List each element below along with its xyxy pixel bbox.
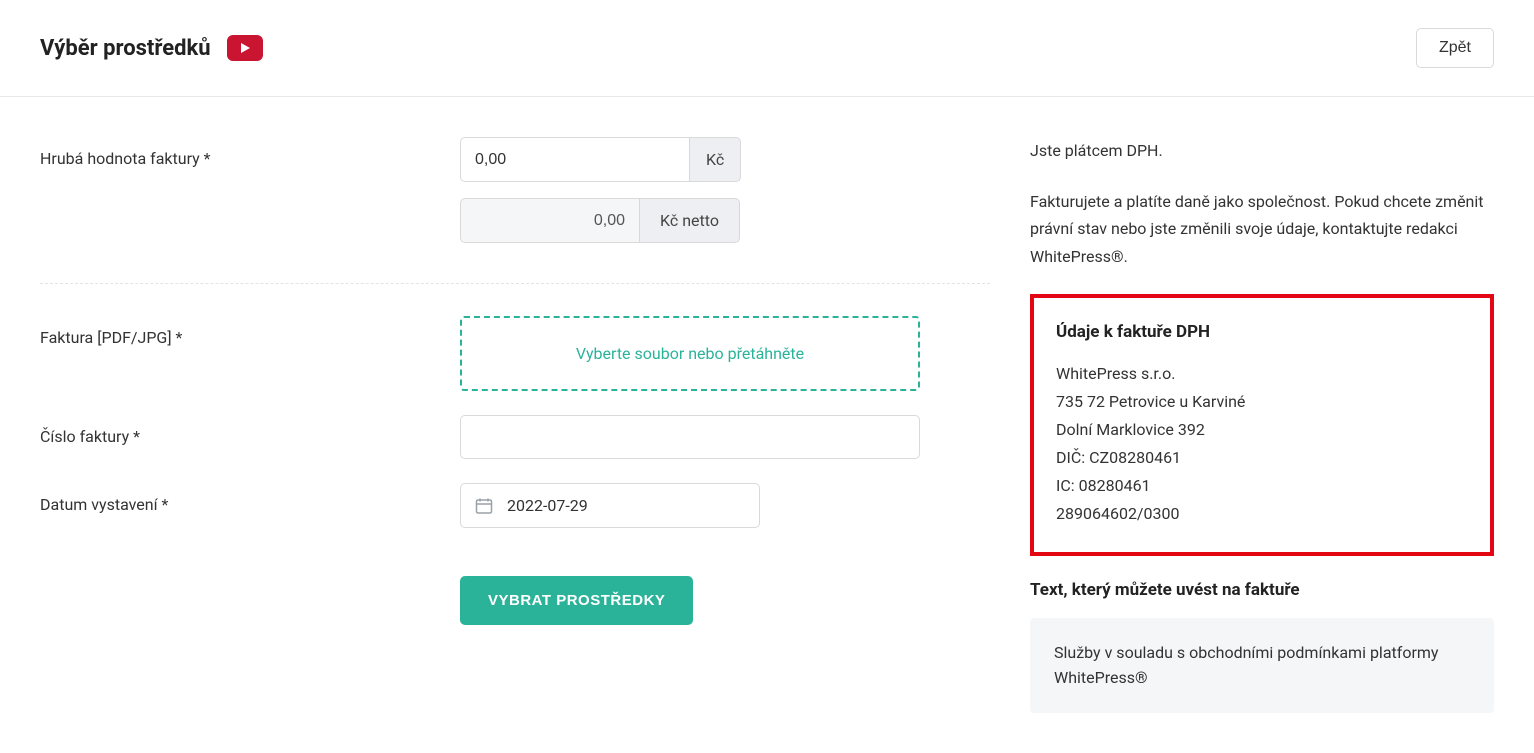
file-dropzone[interactable]: Vyberte soubor nebo přetáhněte — [460, 316, 920, 391]
row-file: Faktura [PDF/JPG] * Vyberte soubor nebo … — [40, 316, 990, 391]
invoice-details-heading: Údaje k faktuře DPH — [1056, 322, 1468, 342]
row-date: Datum vystavení * 2022-07-29 — [40, 483, 990, 528]
detail-dic: DIČ: CZ08280461 — [1056, 444, 1468, 472]
detail-street: Dolní Marklovice 392 — [1056, 416, 1468, 444]
page-header: Výběr prostředků Zpět — [0, 0, 1534, 97]
gross-suffix: Kč — [690, 137, 741, 182]
youtube-icon[interactable] — [227, 35, 263, 61]
sidebar-column: Jste plátcem DPH. Fakturujete a platíte … — [1030, 137, 1494, 713]
field-invoice-number — [460, 415, 990, 459]
field-gross: Kč Kč netto — [460, 137, 990, 259]
date-value: 2022-07-29 — [507, 496, 588, 515]
netto-suffix: Kč netto — [640, 198, 740, 243]
invoice-details-box: Údaje k faktuře DPH WhitePress s.r.o. 73… — [1030, 294, 1494, 556]
invoice-number-input[interactable] — [460, 415, 920, 459]
label-file: Faktura [PDF/JPG] * — [40, 316, 460, 347]
detail-account: 289064602/0300 — [1056, 500, 1468, 528]
submit-button[interactable]: VYBRAT PROSTŘEDKY — [460, 576, 693, 625]
row-gross: Hrubá hodnota faktury * Kč Kč netto — [40, 137, 990, 259]
label-gross: Hrubá hodnota faktury * — [40, 137, 460, 168]
calendar-icon — [475, 497, 493, 515]
content: Hrubá hodnota faktury * Kč Kč netto Fakt… — [0, 97, 1534, 753]
label-invoice-number: Číslo faktury * — [40, 415, 460, 446]
back-button[interactable]: Zpět — [1416, 28, 1494, 68]
field-submit: VYBRAT PROSTŘEDKY — [460, 552, 990, 625]
title-wrap: Výběr prostředků — [40, 35, 263, 61]
gross-input-group: Kč — [460, 137, 990, 182]
label-date: Datum vystavení * — [40, 483, 460, 514]
date-input[interactable]: 2022-07-29 — [460, 483, 760, 528]
divider — [40, 283, 990, 284]
gross-input[interactable] — [460, 137, 690, 182]
detail-zip-city: 735 72 Petrovice u Karviné — [1056, 388, 1468, 416]
note-heading: Text, který můžete uvést na faktuře — [1030, 580, 1494, 600]
vat-status-text: Jste plátcem DPH. — [1030, 137, 1494, 164]
row-submit: VYBRAT PROSTŘEDKY — [40, 552, 990, 625]
form-column: Hrubá hodnota faktury * Kč Kč netto Fakt… — [40, 137, 990, 713]
detail-company: WhitePress s.r.o. — [1056, 360, 1468, 388]
note-box: Služby v souladu s obchodními podmínkami… — [1030, 618, 1494, 713]
page-title: Výběr prostředků — [40, 36, 211, 61]
netto-input-group: Kč netto — [460, 198, 990, 243]
company-info-text: Fakturujete a platíte daně jako společno… — [1030, 188, 1494, 270]
row-invoice-number: Číslo faktury * — [40, 415, 990, 459]
field-date: 2022-07-29 — [460, 483, 990, 528]
detail-ic: IC: 08280461 — [1056, 472, 1468, 500]
field-file: Vyberte soubor nebo přetáhněte — [460, 316, 990, 391]
label-empty — [40, 552, 460, 564]
netto-input — [460, 198, 640, 243]
